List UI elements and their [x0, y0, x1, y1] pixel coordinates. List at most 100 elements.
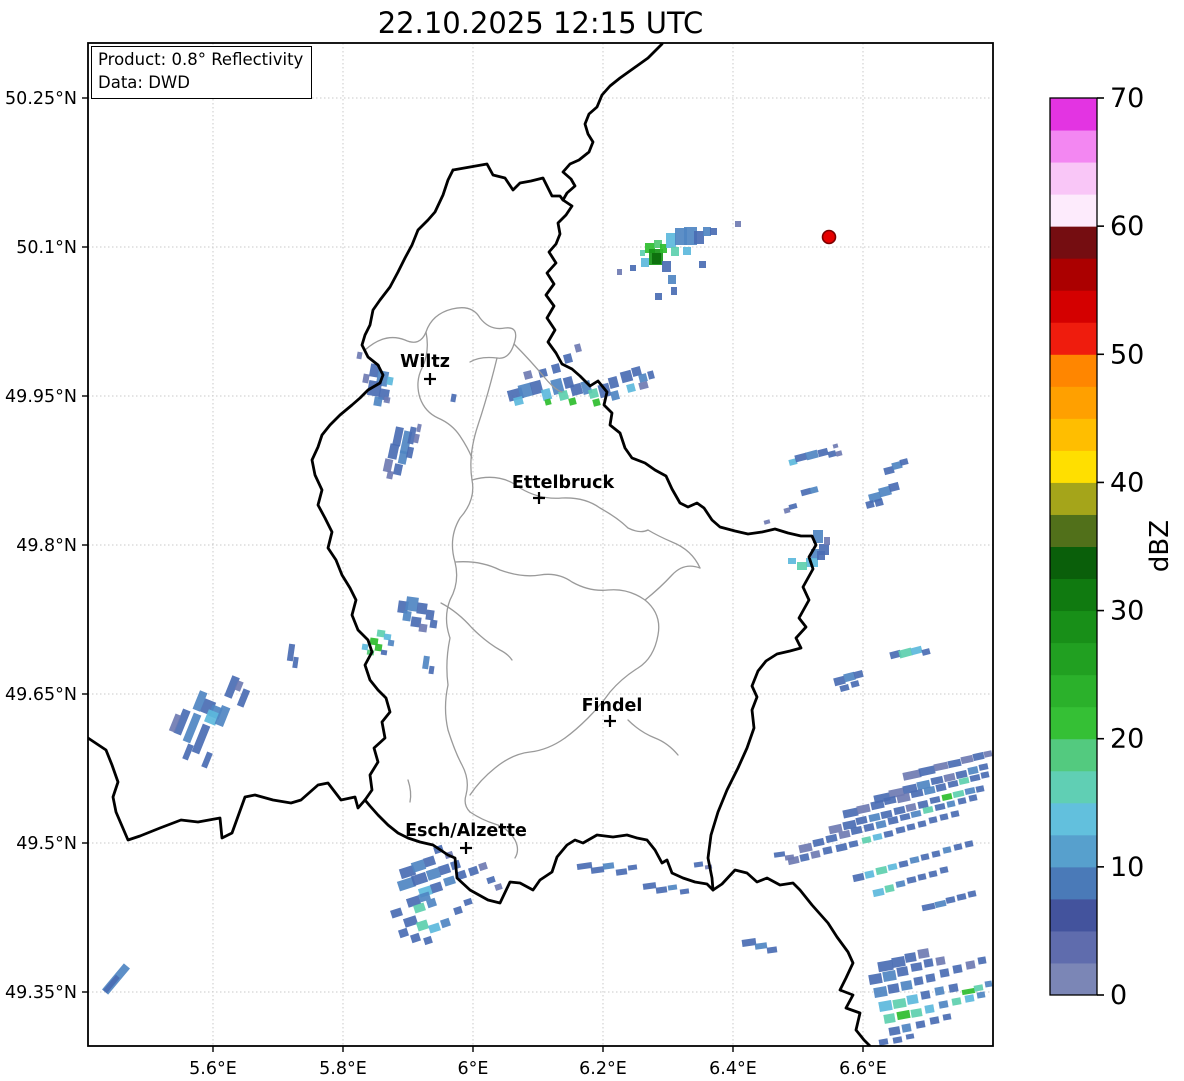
echo-cell	[883, 830, 894, 838]
echo-cell	[805, 449, 819, 461]
echo-cell	[910, 1008, 923, 1018]
echo-cluster	[617, 221, 741, 300]
echo-cell	[939, 813, 949, 821]
echo-cell	[809, 486, 819, 494]
echo-cell	[428, 665, 435, 675]
echo-cell	[416, 423, 422, 433]
echo-cell	[827, 450, 837, 458]
echo-cell	[923, 958, 934, 968]
echo-cell	[924, 1004, 935, 1014]
city-label: Wiltz	[400, 352, 450, 372]
colorbar-tick-label: 50	[1110, 339, 1144, 370]
colorbar-segment	[1050, 226, 1097, 259]
echo-cell	[679, 888, 690, 895]
echo-cell	[902, 769, 922, 781]
colorbar-tick-label: 70	[1110, 83, 1144, 114]
data-source-label: Data: DWD	[98, 72, 190, 92]
echo-cell	[918, 765, 936, 777]
echo-cell	[964, 840, 974, 848]
echo-cell	[494, 883, 503, 891]
y-tick-label: 50.25°N	[5, 89, 77, 109]
echo-cell	[939, 866, 949, 874]
echo-cell	[983, 750, 993, 758]
colorbar-tick-label: 30	[1110, 596, 1144, 627]
echo-cell	[568, 397, 577, 406]
country-border-line	[451, 162, 565, 202]
city-label: Ettelbruck	[512, 473, 615, 493]
echo-cell	[630, 265, 636, 271]
colorbar-segment	[1050, 546, 1097, 580]
echo-cell	[374, 643, 383, 652]
echo-cell	[905, 1033, 915, 1040]
district-border-line	[644, 565, 701, 601]
echo-cell	[409, 932, 422, 944]
echo-cell	[976, 991, 986, 999]
echo-cell	[741, 938, 757, 947]
echo-cell	[928, 816, 938, 824]
country-border-line	[88, 736, 367, 842]
echo-cell	[486, 875, 496, 885]
echo-cell	[562, 353, 574, 364]
echo-cell	[797, 562, 807, 570]
echo-cell	[655, 293, 662, 300]
echo-cell	[964, 994, 975, 1003]
echo-cell	[898, 860, 909, 868]
colorbar-segment	[1050, 354, 1097, 387]
echo-cell	[423, 935, 433, 946]
echo-cell	[842, 807, 859, 819]
echo-cell	[652, 253, 661, 264]
x-tick-label: 5.8°E	[319, 1059, 367, 1079]
district-border-line	[444, 357, 498, 813]
echo-cluster	[868, 948, 993, 1046]
echo-cell	[387, 443, 400, 460]
echo-cell	[967, 890, 977, 898]
colorbar: 0 10 20 30 40 50 60 70 dBZ	[1049, 83, 1175, 1011]
echo-cell	[877, 959, 894, 973]
colorbar-segment	[1050, 322, 1097, 355]
echo-cell	[948, 983, 959, 993]
echo-cell	[975, 785, 985, 793]
echo-cell	[883, 1013, 896, 1024]
echo-cell	[428, 922, 441, 934]
echo-cluster	[168, 675, 251, 769]
echo-cell	[899, 458, 909, 466]
echo-cell	[609, 390, 621, 401]
x-tick-label: 6.6°E	[839, 1059, 887, 1079]
colorbar-segment	[1050, 738, 1097, 772]
echo-cell	[668, 275, 676, 284]
echo-cell	[855, 815, 868, 826]
radar-site-marker	[821, 229, 837, 245]
echo-cell	[917, 948, 930, 959]
colorbar-segment	[1050, 130, 1097, 163]
product-label: Product: 0.8° Reflectivity	[98, 50, 304, 69]
colorbar-segment	[1050, 770, 1097, 804]
echo-cell	[627, 864, 638, 871]
echo-cell	[942, 1013, 952, 1021]
echo-cell	[920, 853, 930, 861]
echo-cluster	[382, 423, 422, 480]
echo-cell	[917, 873, 927, 881]
echo-cell	[891, 955, 906, 969]
echo-cell	[835, 842, 848, 853]
colorbar-segment	[1050, 642, 1097, 676]
echo-cell	[642, 882, 657, 890]
echo-cell	[402, 610, 412, 622]
echo-cell	[956, 893, 967, 901]
echo-cell	[910, 962, 923, 972]
echo-cell	[863, 823, 875, 832]
echo-cell	[934, 899, 947, 909]
echo-cell	[392, 463, 404, 476]
echo-cluster	[102, 963, 130, 995]
echo-cell	[892, 1036, 903, 1044]
district-border-line	[627, 719, 679, 756]
echo-cell	[602, 862, 615, 870]
colorbar-segment	[1050, 578, 1097, 612]
echo-cell	[972, 751, 985, 762]
echo-cell	[935, 956, 946, 966]
echo-cell	[945, 896, 956, 904]
district-border-line	[407, 779, 412, 803]
product-info-box: Product: 0.8° Reflectivity Data: DWD	[91, 46, 313, 99]
echo-cell	[835, 450, 843, 457]
colorbar-segment	[1050, 834, 1097, 868]
echo-cell	[872, 887, 885, 898]
